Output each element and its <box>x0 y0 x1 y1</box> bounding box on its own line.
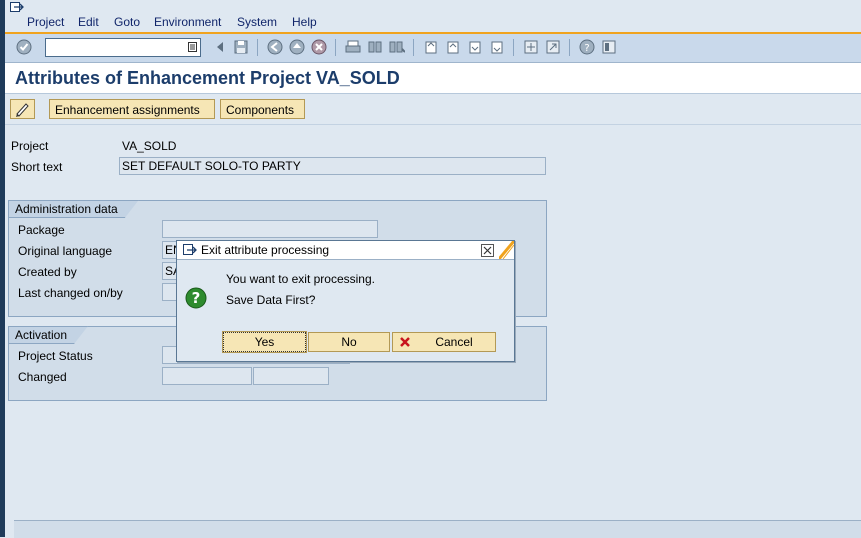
changed-date-field[interactable] <box>162 367 252 385</box>
activation-title: Activation <box>8 326 88 344</box>
system-menu-icon[interactable] <box>10 2 24 13</box>
dialog-message-line2: Save Data First? <box>226 293 316 307</box>
project-value: VA_SOLD <box>122 139 177 153</box>
menu-help[interactable]: Help <box>292 15 317 29</box>
menu-goto[interactable]: Goto <box>114 15 140 29</box>
no-button[interactable]: No <box>308 332 390 352</box>
changed-label: Changed <box>18 370 67 384</box>
dialog-title: Exit attribute processing <box>201 243 330 257</box>
find-next-icon[interactable] <box>389 39 405 55</box>
cancel-button-label: Cancel <box>435 335 473 349</box>
first-page-icon[interactable] <box>423 39 439 55</box>
question-icon: ? <box>185 287 207 309</box>
short-text-field[interactable]: SET DEFAULT SOLO-TO PARTY <box>119 157 546 175</box>
package-label: Package <box>18 223 65 237</box>
changed-by-field[interactable] <box>253 367 329 385</box>
menu-edit[interactable]: Edit <box>78 15 99 29</box>
menu-system[interactable]: System <box>237 15 277 29</box>
cancel-icon[interactable] <box>311 39 327 55</box>
svg-text:?: ? <box>584 43 589 54</box>
back-icon[interactable] <box>267 39 283 55</box>
help-icon[interactable]: ? <box>579 39 595 55</box>
layout-menu-icon[interactable] <box>601 39 617 55</box>
toolbar-separator <box>513 39 514 56</box>
enhancement-assignments-button[interactable]: Enhancement assignments <box>49 99 215 119</box>
short-text-label: Short text <box>11 160 63 174</box>
title-bar: Attributes of Enhancement Project VA_SOL… <box>5 63 861 94</box>
components-button[interactable]: Components <box>220 99 305 119</box>
print-icon[interactable] <box>345 39 361 55</box>
exit-icon[interactable] <box>289 39 305 55</box>
toolbar-separator <box>569 39 570 56</box>
shortcut-icon[interactable] <box>545 39 561 55</box>
dialog-message-line1: You want to exit processing. <box>226 272 375 286</box>
last-page-icon[interactable] <box>489 39 505 55</box>
cancel-button[interactable]: Cancel <box>392 332 496 352</box>
close-icon <box>483 246 492 255</box>
exit-dialog: Exit attribute processing ? You want to … <box>176 240 515 362</box>
page-title: Attributes of Enhancement Project VA_SOL… <box>15 68 400 88</box>
dialog-window-icon <box>183 244 197 255</box>
dialog-titlebar[interactable]: Exit attribute processing <box>177 241 514 260</box>
command-field[interactable] <box>45 38 201 57</box>
dialog-close-button[interactable] <box>481 244 494 257</box>
menu-environment[interactable]: Environment <box>154 15 221 29</box>
standard-toolbar: ? <box>5 34 861 63</box>
display-change-button[interactable] <box>10 99 35 119</box>
menu-bar: Project Edit Goto Environment System Hel… <box>5 0 861 32</box>
yes-button[interactable]: Yes <box>222 331 307 353</box>
original-language-label: Original language <box>18 244 113 258</box>
new-session-icon[interactable] <box>523 39 539 55</box>
pencil-glasses-icon <box>16 103 29 117</box>
enter-check-icon[interactable] <box>16 39 32 55</box>
find-icon[interactable] <box>367 39 383 55</box>
toolbar-separator <box>257 39 258 56</box>
save-icon[interactable] <box>233 39 249 55</box>
back-arrow-icon[interactable] <box>212 39 228 55</box>
administration-data-title: Administration data <box>8 200 139 218</box>
last-changed-label: Last changed on/by <box>18 286 123 300</box>
previous-page-icon[interactable] <box>445 39 461 55</box>
project-status-label: Project Status <box>18 349 93 363</box>
toolbar-separator <box>335 39 336 56</box>
svg-text:?: ? <box>192 289 201 307</box>
package-field[interactable] <box>162 220 378 238</box>
next-page-icon[interactable] <box>467 39 483 55</box>
menu-project[interactable]: Project <box>27 15 64 29</box>
command-input[interactable] <box>46 39 183 55</box>
application-toolbar: Enhancement assignments Components <box>5 94 861 125</box>
toolbar-separator <box>413 39 414 56</box>
cancel-x-icon <box>400 337 410 347</box>
dialog-accent-stripe <box>499 241 514 259</box>
dropdown-history-icon[interactable] <box>188 42 197 52</box>
project-label: Project <box>11 139 49 153</box>
created-by-label: Created by <box>18 265 77 279</box>
status-bar <box>14 520 861 538</box>
